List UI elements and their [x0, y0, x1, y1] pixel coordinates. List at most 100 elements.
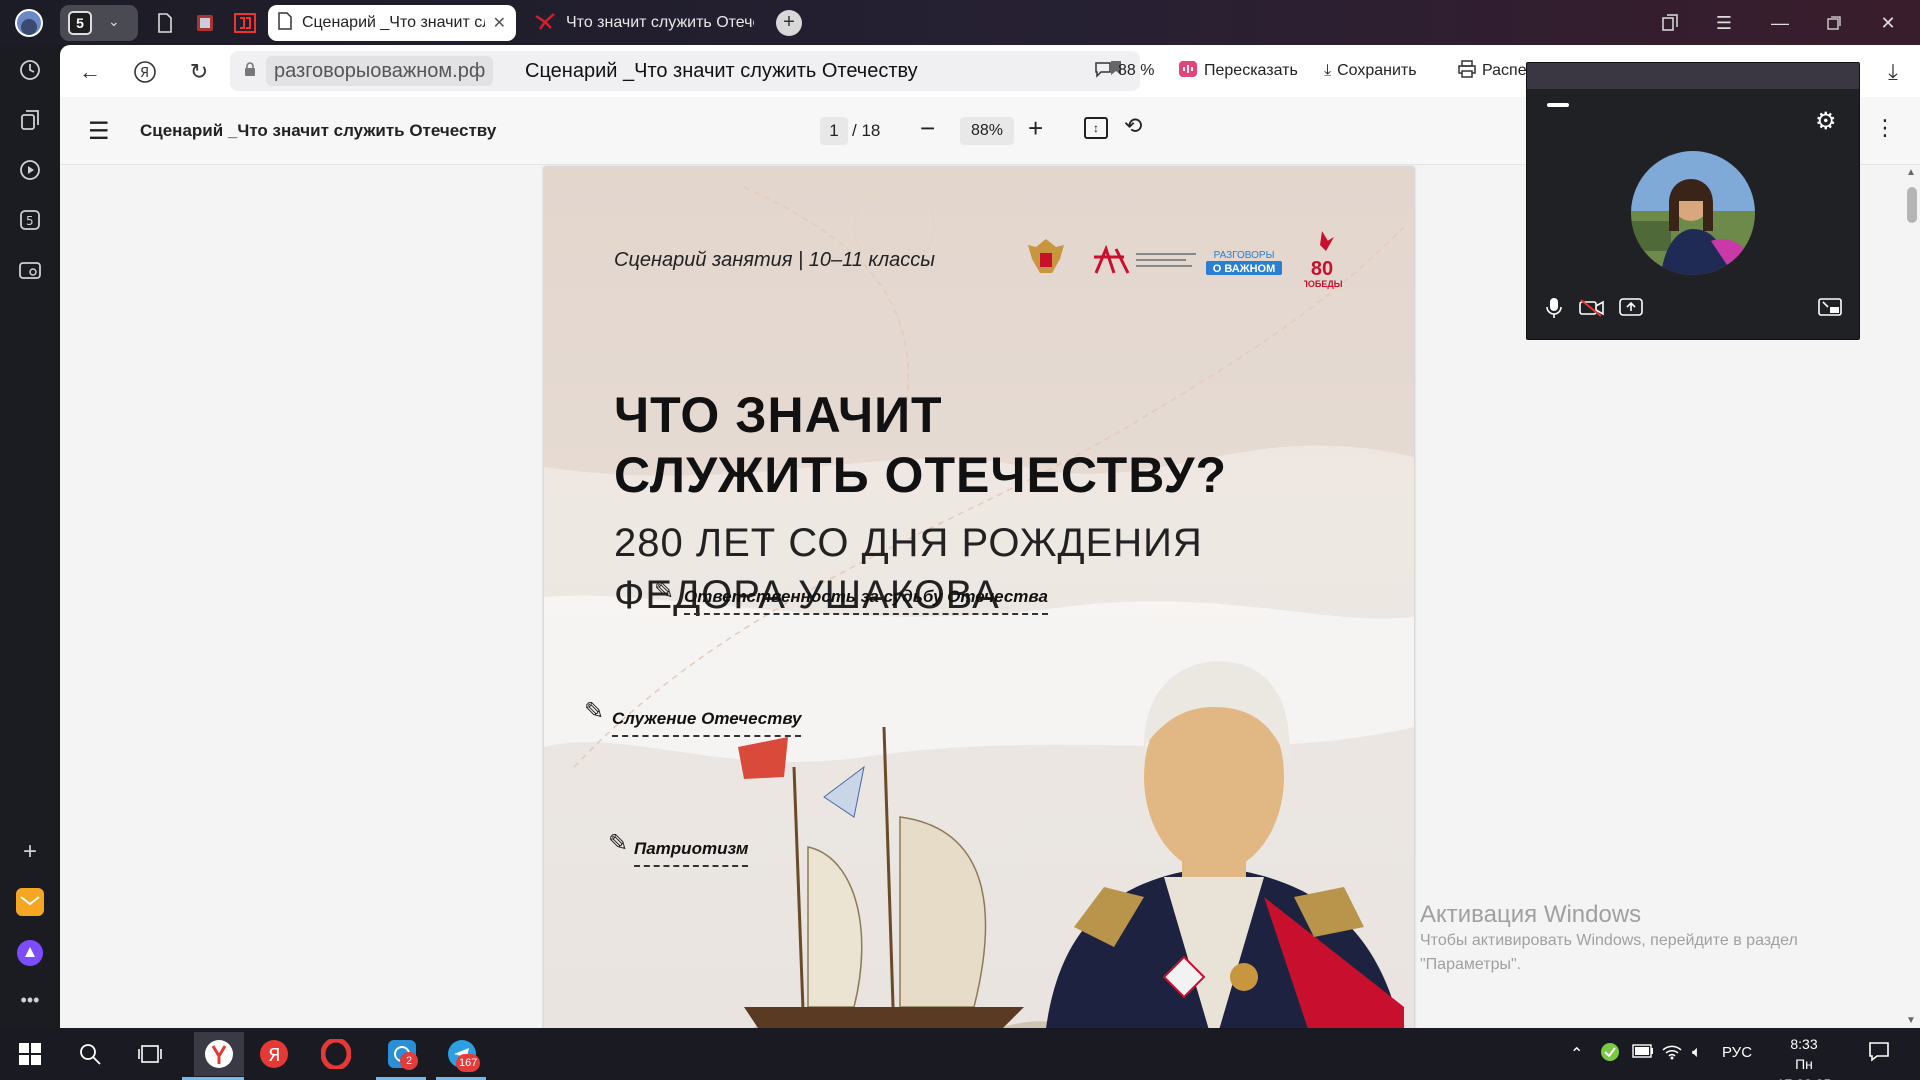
battery-icon[interactable] — [1632, 1044, 1654, 1063]
yandex-browser-taskbar-icon[interactable] — [194, 1032, 244, 1076]
minimize-call-button[interactable] — [1547, 103, 1569, 107]
collections-icon[interactable] — [15, 105, 45, 135]
retell-icon — [1178, 60, 1198, 83]
add-panel-icon[interactable]: + — [15, 837, 45, 867]
zoom-indicator[interactable]: 88 % — [1094, 57, 1154, 85]
input-language[interactable]: РУС — [1722, 1044, 1752, 1061]
hamburger-menu-icon[interactable]: ☰ — [88, 117, 110, 146]
pen-icon: ✎ — [584, 698, 605, 725]
notifications-icon[interactable] — [1868, 1040, 1890, 1068]
camera-off-icon[interactable] — [1577, 293, 1607, 323]
new-tab-button[interactable]: + — [776, 10, 802, 36]
download-icon: ⤓ — [1324, 62, 1332, 79]
screen-share-icon[interactable] — [1616, 293, 1646, 323]
back-arrow-icon[interactable]: ← — [75, 57, 105, 87]
institute-logo — [1092, 243, 1202, 284]
zoom-value: 88 % — [1118, 62, 1155, 79]
call-widget-header[interactable] — [1527, 63, 1859, 89]
close-window-icon[interactable]: ✕ — [1868, 8, 1908, 38]
zoom-out-button[interactable]: − — [920, 113, 935, 144]
downloads-icon[interactable]: ⤓ — [1878, 57, 1908, 87]
vertical-scrollbar[interactable]: ▲ ▼ — [1904, 165, 1920, 1028]
volume-icon[interactable]: 🔈︎ — [1692, 1044, 1702, 1062]
retell-button[interactable]: Пересказать — [1178, 57, 1298, 85]
scroll-down-icon[interactable]: ▼ — [1906, 1015, 1916, 1026]
windows-start-icon[interactable] — [12, 1036, 48, 1072]
activation-title: Активация Windows — [1420, 901, 1642, 928]
history-icon[interactable] — [15, 55, 45, 85]
more-icon[interactable]: ••• — [15, 985, 45, 1015]
page-number-input[interactable]: 1 — [820, 117, 848, 145]
document-title: Сценарий _Что значит служить Отечеству — [140, 121, 497, 140]
tab-group[interactable]: 5 ⌄ — [60, 5, 138, 41]
video-call-widget[interactable]: ⚙ — [1526, 62, 1860, 340]
fit-page-icon[interactable]: ↕ — [1084, 117, 1108, 139]
browser-menu-icon[interactable]: ☰ — [1704, 8, 1744, 38]
chat-bubble-icon — [1094, 60, 1112, 83]
task-view-icon[interactable] — [132, 1036, 168, 1072]
tab-second[interactable]: Что значит служить Отечеству — [524, 5, 764, 41]
rotate-icon[interactable]: ⟲ — [1124, 113, 1142, 139]
telegram-icon[interactable]: 167 — [444, 1036, 481, 1072]
pinned-tab-icon[interactable] — [228, 6, 262, 40]
collections-icon[interactable] — [1650, 8, 1690, 38]
clock-time: 8:33 — [1790, 1036, 1818, 1052]
subheading-line: 280 ЛЕТ СО ДНЯ РОЖДЕНИЯ — [614, 521, 1203, 565]
notification-badge: 167 — [456, 1054, 481, 1072]
gear-icon[interactable]: ⚙ — [1815, 107, 1837, 136]
tab-active[interactable]: Сценарий _Что значит служить Отечеству ✕ — [268, 5, 516, 41]
chevron-up-icon[interactable]: ⌃ — [1570, 1044, 1583, 1064]
wifi-icon[interactable] — [1662, 1044, 1682, 1065]
tab-group-count: 5 — [68, 11, 92, 35]
logo-80-text: 80 — [1311, 258, 1333, 280]
print-button[interactable]: Распе — [1458, 57, 1527, 85]
screenshot-icon[interactable] — [15, 255, 45, 285]
chevron-down-icon[interactable]: ⌄ — [108, 13, 120, 30]
url-domain[interactable]: разговорыоважном.рф — [266, 56, 494, 86]
reload-icon[interactable]: ↻ — [184, 57, 214, 87]
heading-line: СЛУЖИТЬ ОТЕЧЕСТВУ? — [614, 447, 1228, 503]
whatsapp-icon[interactable]: 2 — [384, 1036, 420, 1072]
close-icon[interactable]: ✕ — [493, 13, 506, 33]
logo-pobedy-text: ПОБЕДЫ — [1304, 279, 1343, 289]
microphone-icon[interactable] — [1539, 293, 1569, 323]
svg-text:Я: Я — [268, 1045, 281, 1066]
razgovory-logo: РАЗГОВОРЫ О ВАЖНОМ — [1202, 245, 1286, 284]
pen-icon: ✎ — [654, 578, 675, 605]
tab-group-icon[interactable]: 5 — [15, 205, 45, 235]
razgovory-text: РАЗГОВОРЫ — [1214, 250, 1275, 261]
document-tab-icon[interactable] — [148, 6, 182, 40]
antivirus-tray-icon[interactable] — [1600, 1042, 1620, 1067]
url-field[interactable]: разговорыоважном.рф Сценарий _Что значит… — [230, 51, 1140, 91]
avatar — [1631, 151, 1755, 275]
search-icon[interactable] — [72, 1036, 108, 1072]
alice-assistant-icon[interactable] — [15, 938, 45, 968]
save-label: Сохранить — [1337, 62, 1417, 79]
scroll-up-icon[interactable]: ▲ — [1906, 167, 1916, 178]
theme-label: Патриотизм — [634, 839, 749, 867]
minimize-icon[interactable]: — — [1760, 8, 1800, 38]
scenario-subtitle: Сценарий занятия | 10–11 классы — [614, 249, 935, 271]
pinned-tab-icon[interactable] — [188, 6, 222, 40]
yandex-icon[interactable]: Я — [130, 57, 160, 87]
play-icon[interactable] — [15, 155, 45, 185]
lock-icon[interactable] — [240, 61, 260, 81]
opera-icon[interactable] — [318, 1036, 354, 1072]
restore-icon[interactable] — [1814, 8, 1854, 38]
zoom-in-button[interactable]: + — [1028, 113, 1043, 144]
zoom-input[interactable]: 88% — [960, 117, 1014, 145]
save-button[interactable]: ⤓ Сохранить — [1324, 57, 1417, 85]
pdf-page: Сценарий занятия | 10–11 классы РАЗГОВОР… — [544, 167, 1414, 1028]
browser-profile-icon[interactable] — [12, 6, 46, 40]
yandex-app-icon[interactable]: Я — [256, 1036, 292, 1072]
picture-in-picture-icon[interactable] — [1815, 293, 1845, 323]
svg-text:5: 5 — [26, 214, 34, 228]
system-clock[interactable]: 8:33 Пн 17.02.25 — [1766, 1034, 1842, 1080]
activation-text: Чтобы активировать Windows, перейдите в … — [1420, 932, 1798, 973]
more-vertical-icon[interactable]: ⋮ — [1874, 115, 1896, 141]
tab-title: Что значит служить Отечеству — [566, 14, 754, 31]
emblem-logo — [1022, 235, 1070, 288]
mail-app-icon[interactable] — [15, 887, 45, 917]
scroll-thumb[interactable] — [1907, 187, 1917, 223]
print-label: Распе — [1482, 62, 1527, 79]
